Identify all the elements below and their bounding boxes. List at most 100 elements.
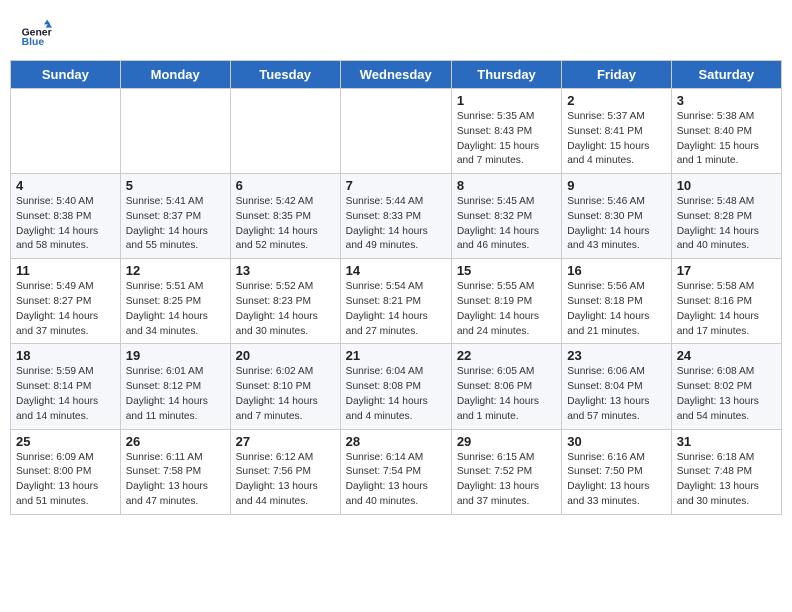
weekday-header-saturday: Saturday <box>671 61 781 89</box>
day-content: Sunrise: 5:48 AM Sunset: 8:28 PM Dayligh… <box>677 195 776 254</box>
day-content: Sunrise: 6:15 AM Sunset: 7:52 PM Dayligh… <box>457 451 556 510</box>
day-content: Sunrise: 6:02 AM Sunset: 8:10 PM Dayligh… <box>236 365 335 424</box>
calendar-cell: 12 Sunrise: 5:51 AM Sunset: 8:25 PM Dayli… <box>120 259 230 344</box>
calendar-cell: 17Sunrise: 5:58 AM Sunset: 8:16 PM Dayli… <box>671 259 781 344</box>
day-number: 10 <box>677 178 776 193</box>
day-number: 21 <box>346 348 446 363</box>
day-number: 15 <box>457 263 556 278</box>
day-number: 1 <box>457 93 556 108</box>
week-row-5: 25Sunrise: 6:09 AM Sunset: 8:00 PM Dayli… <box>11 429 782 514</box>
day-content: Sunrise: 6:11 AM Sunset: 7:58 PM Dayligh… <box>126 451 225 510</box>
calendar-cell <box>230 89 340 174</box>
calendar-cell: 18Sunrise: 5:59 AM Sunset: 8:14 PM Dayli… <box>11 344 121 429</box>
calendar-cell: 5 Sunrise: 5:41 AM Sunset: 8:37 PM Daylig… <box>120 174 230 259</box>
weekday-header-monday: Monday <box>120 61 230 89</box>
header: General Blue <box>10 10 782 54</box>
calendar-cell: 31Sunrise: 6:18 AM Sunset: 7:48 PM Dayli… <box>671 429 781 514</box>
day-number: 2 <box>567 93 665 108</box>
calendar-cell: 14Sunrise: 5:54 AM Sunset: 8:21 PM Dayli… <box>340 259 451 344</box>
day-content: Sunrise: 5:54 AM Sunset: 8:21 PM Dayligh… <box>346 280 446 339</box>
day-number: 30 <box>567 434 665 449</box>
weekday-header-friday: Friday <box>562 61 671 89</box>
calendar-cell: 28 Sunrise: 6:14 AM Sunset: 7:54 PM Dayli… <box>340 429 451 514</box>
calendar-cell: 24 Sunrise: 6:08 AM Sunset: 8:02 PM Dayli… <box>671 344 781 429</box>
day-number: 25 <box>16 434 115 449</box>
calendar-cell: 19 Sunrise: 6:01 AM Sunset: 8:12 PM Dayli… <box>120 344 230 429</box>
weekday-header-sunday: Sunday <box>11 61 121 89</box>
calendar-cell: 26 Sunrise: 6:11 AM Sunset: 7:58 PM Dayli… <box>120 429 230 514</box>
weekday-header-thursday: Thursday <box>451 61 561 89</box>
week-row-3: 11 Sunrise: 5:49 AM Sunset: 8:27 PM Dayli… <box>11 259 782 344</box>
day-content: Sunrise: 6:16 AM Sunset: 7:50 PM Dayligh… <box>567 451 665 510</box>
day-number: 16 <box>567 263 665 278</box>
week-row-1: 1 Sunrise: 5:35 AM Sunset: 8:43 PM Daylig… <box>11 89 782 174</box>
day-number: 26 <box>126 434 225 449</box>
day-content: Sunrise: 5:35 AM Sunset: 8:43 PM Dayligh… <box>457 110 556 169</box>
day-number: 22 <box>457 348 556 363</box>
day-number: 11 <box>16 263 115 278</box>
day-content: Sunrise: 5:41 AM Sunset: 8:37 PM Dayligh… <box>126 195 225 254</box>
calendar-cell <box>11 89 121 174</box>
day-content: Sunrise: 6:12 AM Sunset: 7:56 PM Dayligh… <box>236 451 335 510</box>
day-content: Sunrise: 6:14 AM Sunset: 7:54 PM Dayligh… <box>346 451 446 510</box>
logo-icon: General Blue <box>20 18 52 50</box>
calendar-cell: 1 Sunrise: 5:35 AM Sunset: 8:43 PM Daylig… <box>451 89 561 174</box>
week-row-4: 18Sunrise: 5:59 AM Sunset: 8:14 PM Dayli… <box>11 344 782 429</box>
day-number: 20 <box>236 348 335 363</box>
svg-text:Blue: Blue <box>22 37 45 48</box>
calendar-cell: 13 Sunrise: 5:52 AM Sunset: 8:23 PM Dayli… <box>230 259 340 344</box>
day-content: Sunrise: 5:55 AM Sunset: 8:19 PM Dayligh… <box>457 280 556 339</box>
day-content: Sunrise: 5:38 AM Sunset: 8:40 PM Dayligh… <box>677 110 776 169</box>
day-number: 6 <box>236 178 335 193</box>
day-content: Sunrise: 6:06 AM Sunset: 8:04 PM Dayligh… <box>567 365 665 424</box>
day-number: 8 <box>457 178 556 193</box>
day-content: Sunrise: 6:04 AM Sunset: 8:08 PM Dayligh… <box>346 365 446 424</box>
day-number: 3 <box>677 93 776 108</box>
day-number: 5 <box>126 178 225 193</box>
day-number: 4 <box>16 178 115 193</box>
day-number: 19 <box>126 348 225 363</box>
day-number: 23 <box>567 348 665 363</box>
calendar-cell <box>120 89 230 174</box>
calendar-cell: 29 Sunrise: 6:15 AM Sunset: 7:52 PM Dayli… <box>451 429 561 514</box>
day-content: Sunrise: 5:46 AM Sunset: 8:30 PM Dayligh… <box>567 195 665 254</box>
calendar: SundayMondayTuesdayWednesdayThursdayFrid… <box>10 60 782 515</box>
day-content: Sunrise: 5:49 AM Sunset: 8:27 PM Dayligh… <box>16 280 115 339</box>
day-number: 18 <box>16 348 115 363</box>
calendar-cell: 27 Sunrise: 6:12 AM Sunset: 7:56 PM Dayli… <box>230 429 340 514</box>
day-content: Sunrise: 5:42 AM Sunset: 8:35 PM Dayligh… <box>236 195 335 254</box>
day-number: 29 <box>457 434 556 449</box>
day-number: 27 <box>236 434 335 449</box>
day-content: Sunrise: 5:56 AM Sunset: 8:18 PM Dayligh… <box>567 280 665 339</box>
calendar-cell: 16 Sunrise: 5:56 AM Sunset: 8:18 PM Dayli… <box>562 259 671 344</box>
day-number: 17 <box>677 263 776 278</box>
day-content: Sunrise: 5:45 AM Sunset: 8:32 PM Dayligh… <box>457 195 556 254</box>
week-row-2: 4Sunrise: 5:40 AM Sunset: 8:38 PM Daylig… <box>11 174 782 259</box>
day-number: 7 <box>346 178 446 193</box>
day-content: Sunrise: 5:44 AM Sunset: 8:33 PM Dayligh… <box>346 195 446 254</box>
day-number: 12 <box>126 263 225 278</box>
calendar-cell: 8 Sunrise: 5:45 AM Sunset: 8:32 PM Daylig… <box>451 174 561 259</box>
calendar-cell: 6 Sunrise: 5:42 AM Sunset: 8:35 PM Daylig… <box>230 174 340 259</box>
weekday-header-wednesday: Wednesday <box>340 61 451 89</box>
weekday-header-tuesday: Tuesday <box>230 61 340 89</box>
day-content: Sunrise: 6:08 AM Sunset: 8:02 PM Dayligh… <box>677 365 776 424</box>
day-content: Sunrise: 5:37 AM Sunset: 8:41 PM Dayligh… <box>567 110 665 169</box>
day-content: Sunrise: 6:18 AM Sunset: 7:48 PM Dayligh… <box>677 451 776 510</box>
calendar-cell: 11 Sunrise: 5:49 AM Sunset: 8:27 PM Dayli… <box>11 259 121 344</box>
day-number: 28 <box>346 434 446 449</box>
day-number: 24 <box>677 348 776 363</box>
day-content: Sunrise: 5:52 AM Sunset: 8:23 PM Dayligh… <box>236 280 335 339</box>
calendar-cell: 7 Sunrise: 5:44 AM Sunset: 8:33 PM Daylig… <box>340 174 451 259</box>
day-content: Sunrise: 6:01 AM Sunset: 8:12 PM Dayligh… <box>126 365 225 424</box>
calendar-cell: 10 Sunrise: 5:48 AM Sunset: 8:28 PM Dayli… <box>671 174 781 259</box>
day-number: 13 <box>236 263 335 278</box>
calendar-cell: 22Sunrise: 6:05 AM Sunset: 8:06 PM Dayli… <box>451 344 561 429</box>
calendar-cell: 2 Sunrise: 5:37 AM Sunset: 8:41 PM Daylig… <box>562 89 671 174</box>
calendar-cell: 20 Sunrise: 6:02 AM Sunset: 8:10 PM Dayli… <box>230 344 340 429</box>
calendar-cell: 4Sunrise: 5:40 AM Sunset: 8:38 PM Daylig… <box>11 174 121 259</box>
calendar-cell: 3 Sunrise: 5:38 AM Sunset: 8:40 PM Daylig… <box>671 89 781 174</box>
day-content: Sunrise: 5:51 AM Sunset: 8:25 PM Dayligh… <box>126 280 225 339</box>
day-number: 9 <box>567 178 665 193</box>
calendar-cell: 9 Sunrise: 5:46 AM Sunset: 8:30 PM Daylig… <box>562 174 671 259</box>
